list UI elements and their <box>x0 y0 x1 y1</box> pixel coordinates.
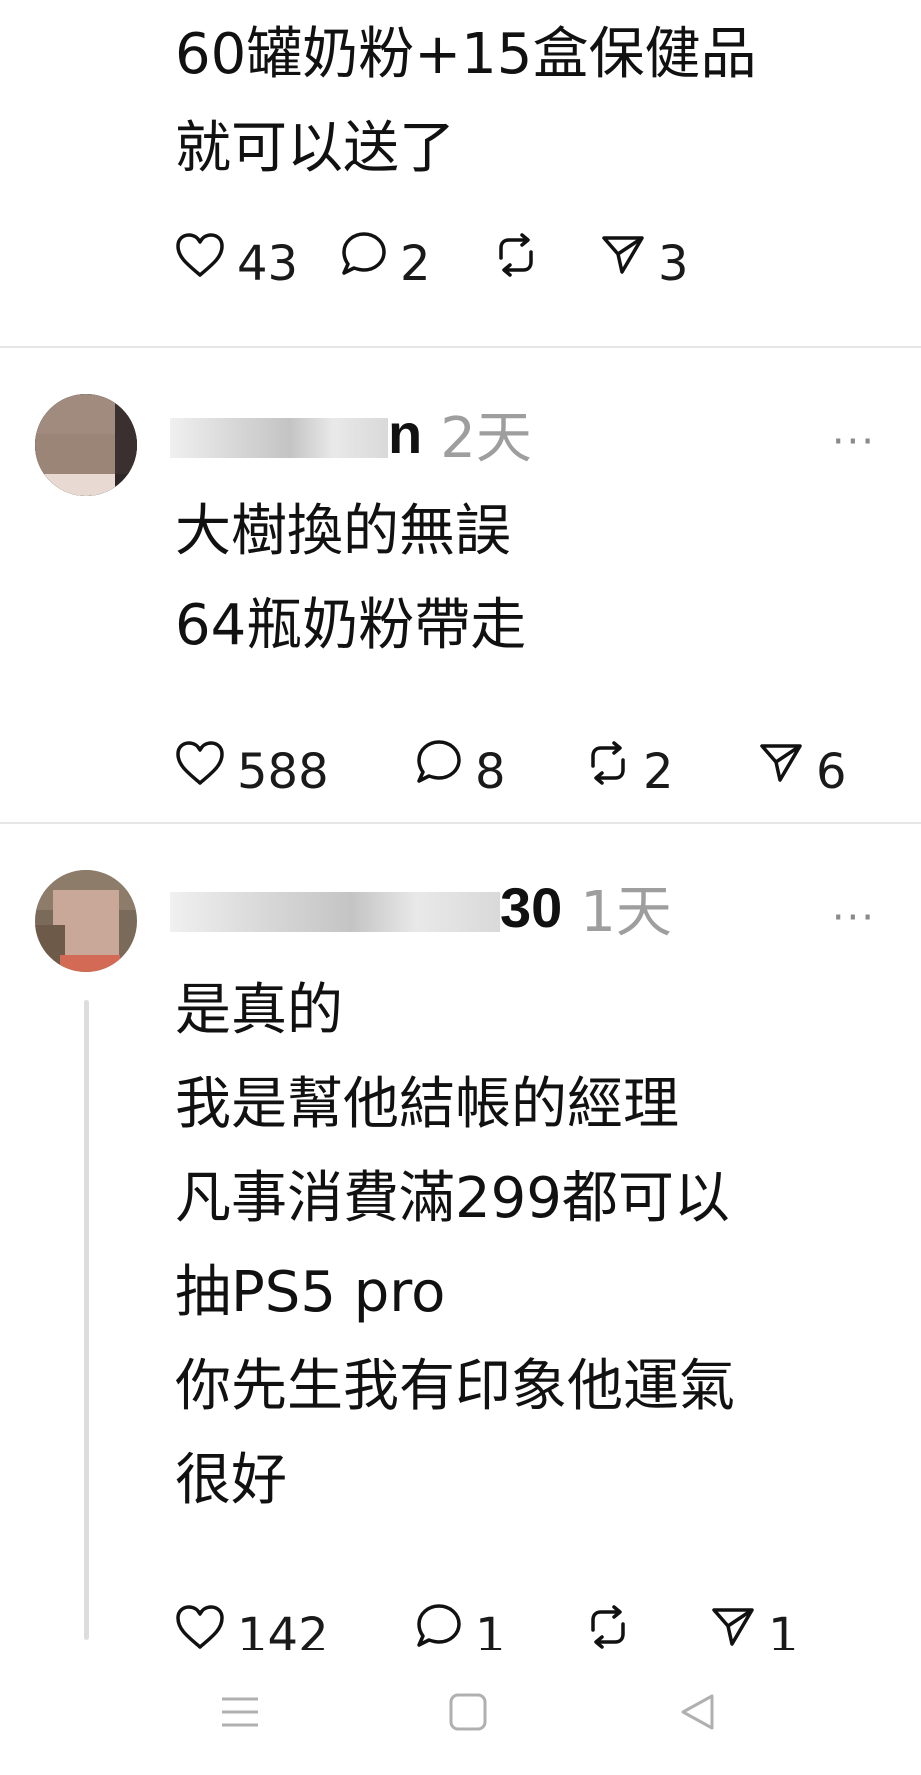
heart-icon <box>176 1605 224 1649</box>
heart-icon <box>176 741 224 785</box>
avatar[interactable] <box>35 394 137 496</box>
heart-icon <box>176 233 224 277</box>
post-1-header: n 2天 <box>170 398 532 471</box>
post-1-share-count: 6 <box>816 744 847 800</box>
post-2-more-button[interactable]: ··· <box>832 898 876 938</box>
avatar[interactable] <box>35 870 137 972</box>
post-0-like-button[interactable]: 43 <box>175 218 298 288</box>
post-1-line-0: 大樹換的無誤 <box>175 499 511 564</box>
post-0-line-1: 就可以送了 <box>175 116 455 181</box>
triangle-back-icon <box>681 1694 714 1730</box>
post-0-share-count: 3 <box>658 236 689 292</box>
post-1-text: 大樹換的無誤 64瓶奶粉帶走 <box>175 485 526 673</box>
post-2-line-2: 凡事消費滿299都可以 <box>175 1166 730 1231</box>
avatar-image <box>35 870 137 972</box>
post-0-text: 60罐奶粉+15盒保健品 就可以送了 <box>175 8 756 196</box>
username-redaction <box>170 891 500 932</box>
post-2-line-3: 抽PS5 pro <box>175 1260 446 1325</box>
post-0-repost-button[interactable] <box>493 218 551 278</box>
send-icon <box>712 1608 754 1646</box>
post-0-share-button[interactable]: 3 <box>600 218 689 288</box>
post-0-comment-button[interactable]: 2 <box>340 218 431 288</box>
post-2-username[interactable]: 30 <box>170 875 562 940</box>
send-icon <box>602 236 644 274</box>
post-1-like-count: 588 <box>237 744 329 800</box>
post-2-comment-button[interactable]: 1 <box>415 1590 506 1660</box>
post-divider <box>0 822 921 824</box>
post-2-header: 30 1天 <box>170 872 672 945</box>
square-home-icon <box>449 1693 487 1731</box>
avatar-image <box>35 394 137 496</box>
post-1-share-button[interactable]: 6 <box>758 726 847 796</box>
post-1-comment-button[interactable]: 8 <box>415 726 506 796</box>
nav-back-button[interactable] <box>668 1682 728 1742</box>
post-2-like-button[interactable]: 142 <box>175 1590 329 1660</box>
post-2-line-0: 是真的 <box>175 978 343 1043</box>
system-nav-bar <box>0 1650 921 1775</box>
repost-icon <box>591 1605 625 1649</box>
post-1-line-1: 64瓶奶粉帶走 <box>175 593 527 658</box>
post-2-share-button[interactable]: 1 <box>710 1590 799 1660</box>
post-2-line-4: 你先生我有印象他運氣 <box>175 1354 735 1419</box>
repost-icon <box>591 741 625 785</box>
nav-home-button[interactable] <box>438 1682 498 1742</box>
menu-icon <box>222 1697 258 1727</box>
nav-menu-button[interactable] <box>210 1682 270 1742</box>
post-1-more-button[interactable]: ··· <box>832 422 876 462</box>
post-2-line-5: 很好 <box>175 1448 287 1513</box>
post-divider <box>0 346 921 348</box>
post-0-like-count: 43 <box>237 236 299 292</box>
comment-bubble-icon <box>417 1604 461 1647</box>
post-0-line-0: 60罐奶粉+15盒保健品 <box>175 22 757 87</box>
post-1-repost-button[interactable]: 2 <box>585 726 674 796</box>
post-2-line-1: 我是幫他結帳的經理 <box>175 1072 679 1137</box>
post-1-timestamp: 2天 <box>440 405 532 471</box>
comment-bubble-icon <box>417 740 461 783</box>
post-1-comment-count: 8 <box>475 744 506 800</box>
post-0-comment-count: 2 <box>400 236 431 292</box>
username-redaction <box>170 417 388 458</box>
post-2-text: 是真的 我是幫他結帳的經理 凡事消費滿299都可以 抽PS5 pro 你先生我有… <box>175 964 735 1528</box>
thread-line <box>84 1000 89 1640</box>
post-2-repost-button[interactable] <box>585 1590 643 1650</box>
post-1-actions: 588 8 2 6 <box>175 726 895 796</box>
post-2-actions: 142 1 1 <box>175 1590 895 1660</box>
repost-icon <box>499 233 533 277</box>
post-1-username[interactable]: n <box>170 401 422 466</box>
post-1-like-button[interactable]: 588 <box>175 726 329 796</box>
post-1-repost-count: 2 <box>643 744 674 800</box>
comment-bubble-icon <box>342 232 386 275</box>
post-2-timestamp: 1天 <box>580 879 672 945</box>
send-icon <box>760 744 802 782</box>
post-0-actions: 43 2 3 <box>175 218 895 288</box>
